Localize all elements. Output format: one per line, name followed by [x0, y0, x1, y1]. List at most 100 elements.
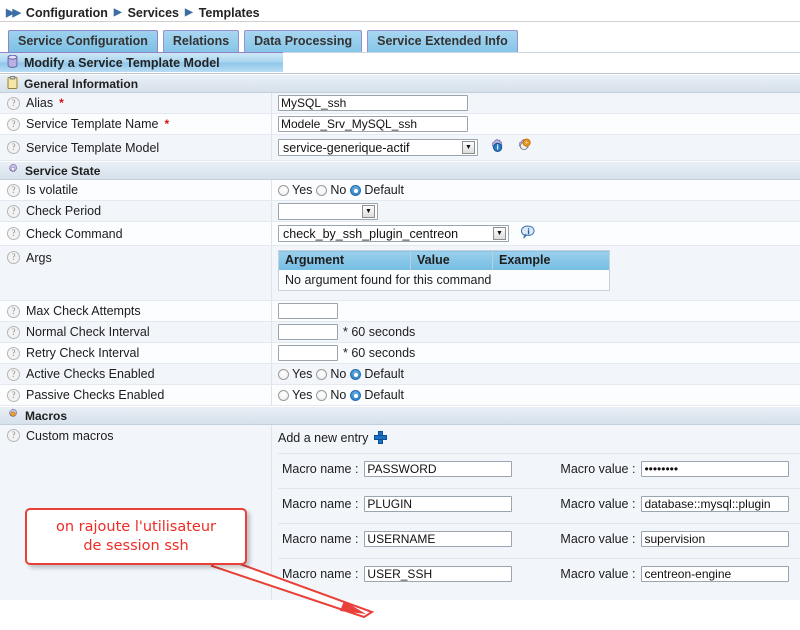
- field-label-is-volatile: ? Is volatile: [0, 180, 272, 200]
- field-label-active-checks-enabled: ? Active Checks Enabled: [0, 364, 272, 384]
- service-template-model-select[interactable]: service-generique-actif ▼: [278, 139, 478, 156]
- field-row-max-check-attempts: ? Max Check Attempts: [0, 301, 800, 322]
- help-icon[interactable]: ?: [7, 368, 20, 381]
- radio-selected-icon: [350, 369, 361, 380]
- tab-service-configuration[interactable]: Service Configuration: [8, 30, 158, 52]
- breadcrumb-item-templates[interactable]: Templates: [199, 6, 260, 20]
- active-checks-label-no: No: [330, 367, 346, 381]
- help-icon[interactable]: ?: [7, 205, 20, 218]
- tab-data-processing[interactable]: Data Processing: [244, 30, 362, 52]
- section-service-state-label: Service State: [25, 164, 100, 178]
- macro-name-input-plugin[interactable]: [364, 496, 512, 512]
- field-value-custom-macros: Add a new entry Macro name : Macro value…: [272, 425, 800, 600]
- double-right-arrow-icon: ▶▶: [6, 6, 19, 19]
- help-icon[interactable]: ?: [7, 97, 20, 110]
- add-new-entry-button[interactable]: Add a new entry: [278, 427, 800, 448]
- label-text-service-template-name: Service Template Name: [26, 117, 158, 131]
- macro-name-input-password[interactable]: [364, 461, 512, 477]
- radio-icon: [278, 185, 289, 196]
- panel-title-text: Modify a Service Template Model: [24, 56, 220, 70]
- passive-checks-option-yes[interactable]: Yes: [278, 388, 312, 402]
- active-checks-option-yes[interactable]: Yes: [278, 367, 312, 381]
- label-text-max-check-attempts: Max Check Attempts: [26, 304, 141, 318]
- field-row-alias: ? Alias *: [0, 93, 800, 114]
- label-text-check-command: Check Command: [26, 227, 123, 241]
- field-label-service-template-model: ? Service Template Model: [0, 135, 272, 160]
- active-checks-label-yes: Yes: [292, 367, 312, 381]
- is-volatile-label-no: No: [330, 183, 346, 197]
- normal-check-interval-input[interactable]: [278, 324, 338, 340]
- gear-settings-icon[interactable]: [516, 138, 532, 157]
- field-value-alias: [272, 95, 800, 111]
- active-checks-radio-group: Yes No Default: [278, 367, 404, 381]
- macro-value-input-user-ssh[interactable]: [641, 566, 789, 582]
- macro-value-input-username[interactable]: [641, 531, 789, 547]
- is-volatile-option-default[interactable]: Default: [350, 183, 404, 197]
- label-text-alias: Alias: [26, 96, 53, 110]
- field-label-passive-checks-enabled: ? Passive Checks Enabled: [0, 385, 272, 405]
- retry-check-interval-input[interactable]: [278, 345, 338, 361]
- field-row-active-checks-enabled: ? Active Checks Enabled Yes No Default: [0, 364, 800, 385]
- help-icon[interactable]: ?: [7, 184, 20, 197]
- help-icon[interactable]: ?: [7, 429, 20, 442]
- tab-bar: Service Configuration Relations Data Pro…: [0, 28, 800, 52]
- args-table: Argument Value Example No argument found…: [278, 250, 610, 291]
- help-icon[interactable]: ?: [7, 347, 20, 360]
- retry-check-interval-suffix: * 60 seconds: [343, 346, 415, 360]
- radio-icon: [316, 390, 327, 401]
- macro-value-input-password[interactable]: [641, 461, 789, 477]
- radio-icon: [316, 369, 327, 380]
- chevron-down-icon: ▼: [462, 141, 475, 154]
- is-volatile-option-yes[interactable]: Yes: [278, 183, 312, 197]
- field-row-normal-check-interval: ? Normal Check Interval * 60 seconds: [0, 322, 800, 343]
- label-text-normal-check-interval: Normal Check Interval: [26, 325, 150, 339]
- passive-checks-option-default[interactable]: Default: [350, 388, 404, 402]
- check-period-select[interactable]: ▼: [278, 203, 378, 220]
- help-icon[interactable]: ?: [7, 118, 20, 131]
- macro-name-input-user-ssh[interactable]: [364, 566, 512, 582]
- tab-service-extended-info[interactable]: Service Extended Info: [367, 30, 518, 52]
- macro-name-label: Macro name :: [282, 567, 358, 581]
- macro-name-label: Macro name :: [282, 532, 358, 546]
- help-icon[interactable]: ?: [7, 141, 20, 154]
- radio-icon: [316, 185, 327, 196]
- info-balloon-icon[interactable]: [521, 225, 536, 243]
- check-command-select[interactable]: check_by_ssh_plugin_centreon ▼: [278, 225, 509, 242]
- active-checks-option-default[interactable]: Default: [350, 367, 404, 381]
- normal-check-interval-suffix: * 60 seconds: [343, 325, 415, 339]
- field-value-active-checks-enabled: Yes No Default: [272, 367, 800, 381]
- help-icon[interactable]: ?: [7, 305, 20, 318]
- radio-icon: [278, 369, 289, 380]
- help-icon[interactable]: ?: [7, 227, 20, 240]
- passive-checks-label-yes: Yes: [292, 388, 312, 402]
- macro-value-input-plugin[interactable]: [641, 496, 789, 512]
- active-checks-option-no[interactable]: No: [316, 367, 346, 381]
- max-check-attempts-input[interactable]: [278, 303, 338, 319]
- clipboard-icon: [7, 76, 18, 92]
- section-general-information-label: General Information: [24, 77, 138, 91]
- add-new-entry-label: Add a new entry: [278, 431, 368, 445]
- passive-checks-label-default: Default: [364, 388, 404, 402]
- tab-relations[interactable]: Relations: [163, 30, 239, 52]
- breadcrumb-item-configuration[interactable]: Configuration: [26, 6, 108, 20]
- help-icon[interactable]: ?: [7, 251, 20, 264]
- gear-info-icon[interactable]: [489, 138, 505, 157]
- passive-checks-option-no[interactable]: No: [316, 388, 346, 402]
- field-label-max-check-attempts: ? Max Check Attempts: [0, 301, 272, 321]
- alias-input[interactable]: [278, 95, 468, 111]
- is-volatile-option-no[interactable]: No: [316, 183, 346, 197]
- check-command-selected-value: check_by_ssh_plugin_centreon: [283, 227, 458, 241]
- field-row-retry-check-interval: ? Retry Check Interval * 60 seconds: [0, 343, 800, 364]
- service-template-name-input[interactable]: [278, 116, 468, 132]
- breadcrumb-item-services[interactable]: Services: [128, 6, 179, 20]
- page-root: ▶▶ Configuration ▶ Services ▶ Templates …: [0, 0, 800, 630]
- macro-row: Macro name : Macro value :: [278, 558, 800, 588]
- help-icon[interactable]: ?: [7, 326, 20, 339]
- chevron-down-icon: ▼: [362, 205, 375, 218]
- macro-name-input-username[interactable]: [364, 531, 512, 547]
- field-row-check-command: ? Check Command check_by_ssh_plugin_cent…: [0, 222, 800, 246]
- label-text-args: Args: [26, 251, 52, 265]
- help-icon[interactable]: ?: [7, 389, 20, 402]
- field-row-is-volatile: ? Is volatile Yes No Default: [0, 180, 800, 201]
- gear-icon: [7, 163, 19, 178]
